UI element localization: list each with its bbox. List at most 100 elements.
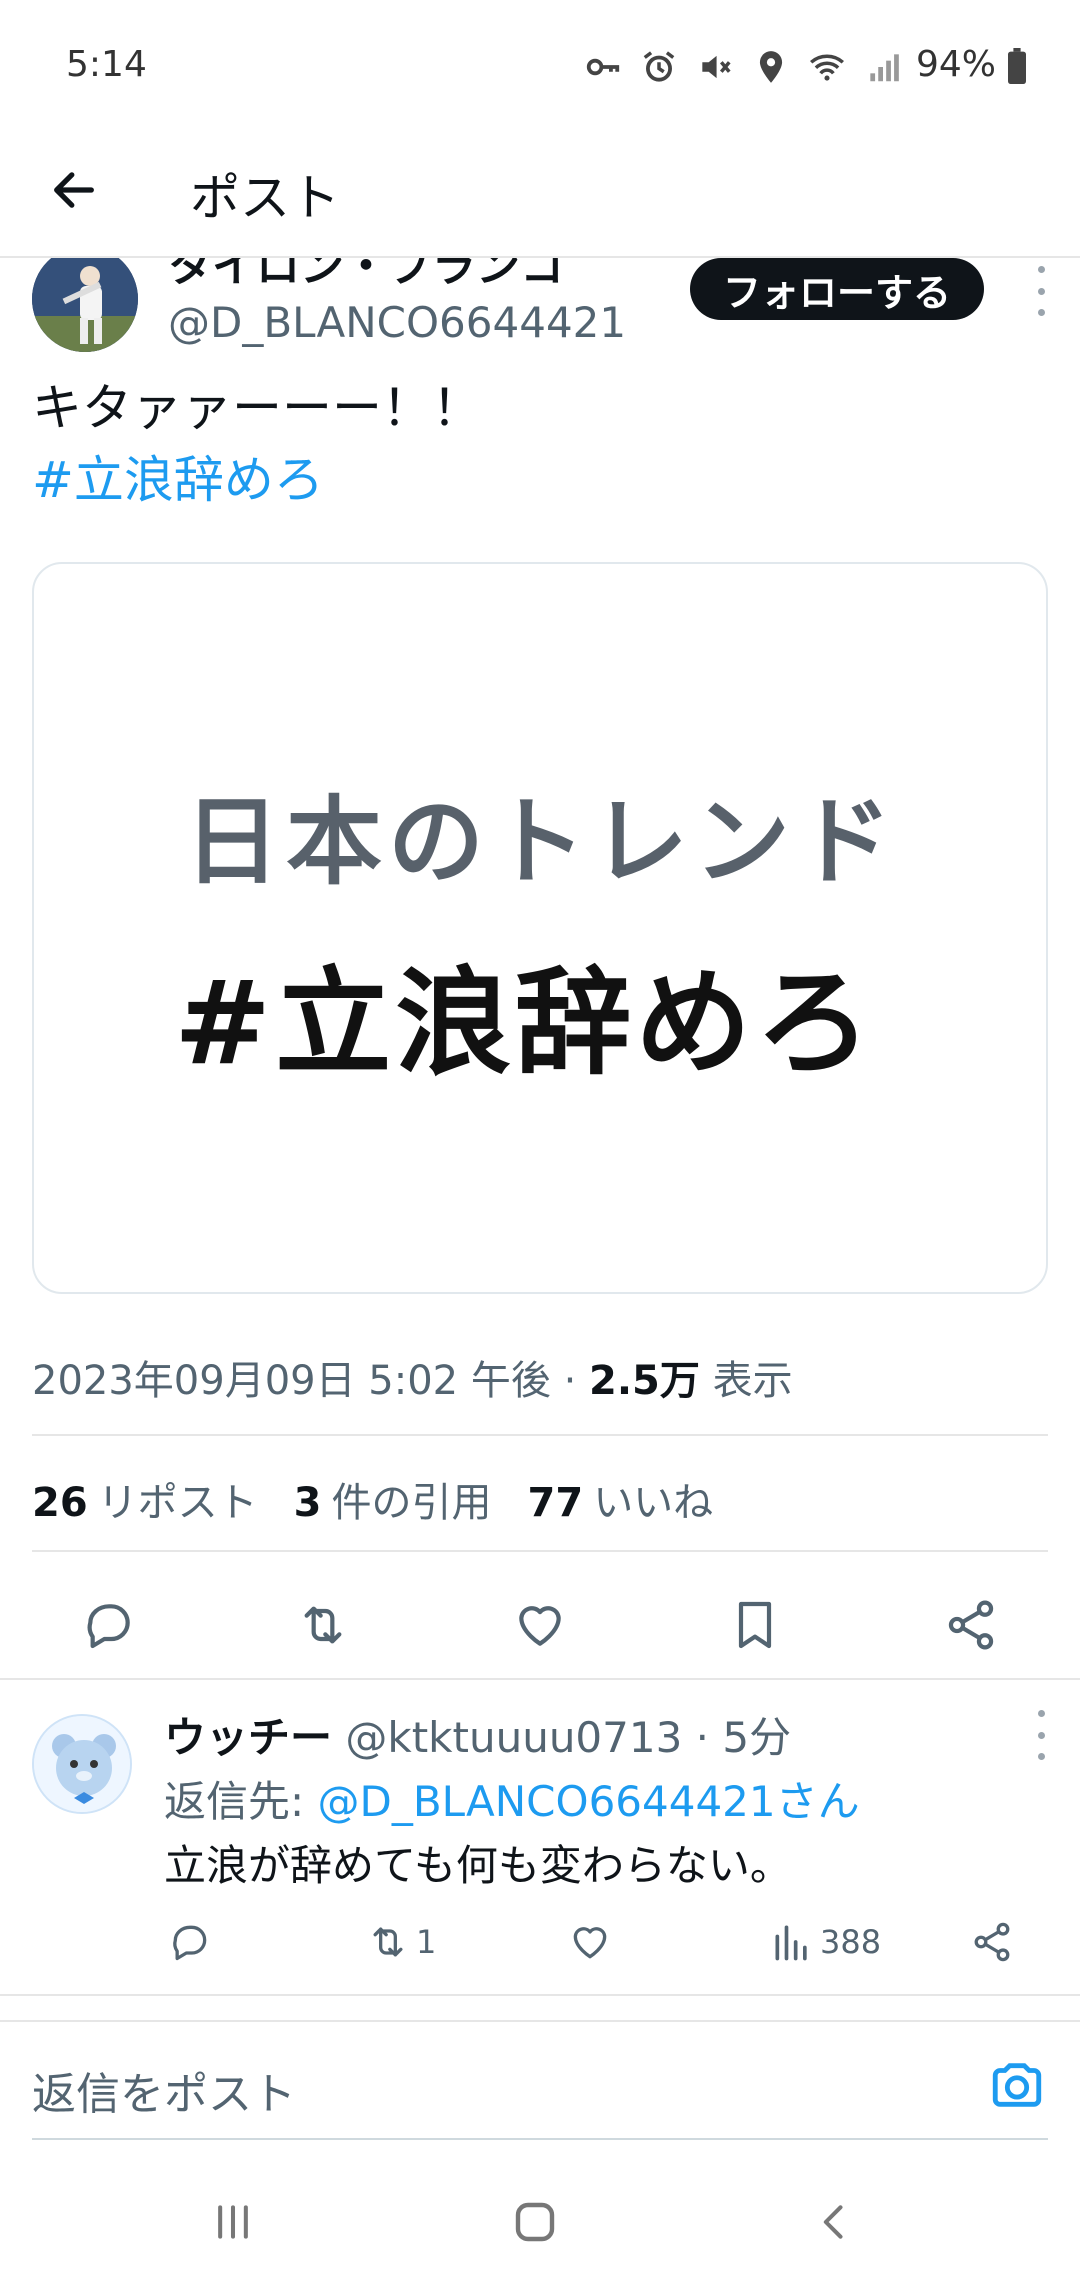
home-button[interactable]: [500, 2192, 570, 2252]
quotes-stat[interactable]: 3 件の引用: [294, 1470, 492, 1528]
reposts-count: 26: [32, 1480, 88, 1526]
camera-button[interactable]: [984, 2052, 1050, 2118]
post-action-bar: [0, 1580, 1080, 1680]
views-label: 表示: [712, 1358, 793, 1404]
top-app-bar: ポスト: [0, 130, 1080, 258]
reply-avatar[interactable]: [32, 1714, 132, 1814]
post-timestamp: 2023年09月09日 5:02 午後 · 2.5万 表示: [32, 1348, 793, 1406]
more-options-button[interactable]: [1026, 266, 1056, 316]
reply-item[interactable]: ウッチー @ktktuuuu0713 · 5分 返信先: @D_BLANCO66…: [0, 1680, 1080, 1990]
share-button[interactable]: [936, 1590, 1006, 1660]
reply-header: ウッチー @ktktuuuu0713 · 5分: [164, 1704, 791, 1765]
post-author-row: タイロン・ブランコ @D_BLANCO6644421 フォローする: [0, 258, 1080, 368]
reply-icon: [87, 1604, 130, 1649]
reply-reply-button[interactable]: [168, 1912, 212, 1972]
reply-input[interactable]: 返信をポスト: [32, 2058, 296, 2122]
timestamp-text: 2023年09月09日 5:02 午後: [32, 1358, 551, 1404]
likes-stat[interactable]: 77 いいね: [528, 1470, 714, 1528]
repost-icon: [373, 1927, 403, 1957]
more-dot-icon: [1037, 266, 1045, 273]
reply-composer: 返信をポスト: [0, 2020, 1080, 2140]
system-nav-bar: [0, 2160, 1080, 2280]
bookmark-icon: [738, 1601, 772, 1649]
divider: [32, 1434, 1048, 1436]
reply-views-count: 388: [820, 1923, 882, 1961]
analytics-icon: [775, 1925, 807, 1961]
reply-to-line: 返信先: @D_BLANCO6644421さん: [164, 1768, 860, 1829]
chevron-left-icon: [823, 2205, 843, 2239]
post-hashtag-link[interactable]: #立浪辞めろ: [32, 444, 482, 516]
timestamp-separator: ·: [563, 1358, 577, 1404]
post-text: キタァァーーー！！: [32, 379, 482, 437]
more-dot-icon: [1037, 309, 1045, 316]
share-icon: [974, 1922, 1010, 1962]
reply-more-button[interactable]: [1026, 1710, 1056, 1760]
reply-action-bar: 1 388: [0, 1912, 1080, 1982]
post-media-image[interactable]: 日本のトレンド #立浪辞めろ: [32, 562, 1048, 1294]
recent-apps-icon: [218, 2205, 248, 2239]
status-bar: 5:14 94%: [0, 0, 1080, 130]
reply-like-button[interactable]: [568, 1912, 612, 1972]
repost-button[interactable]: [288, 1590, 358, 1660]
location-icon: [759, 51, 783, 83]
vpn-key-icon: [586, 58, 620, 76]
reply-text: 立浪が辞めても何も変わらない。: [164, 1841, 792, 1890]
avatar-image: [34, 1716, 130, 1812]
quotes-count: 3: [293, 1480, 322, 1526]
media-text-line2: #立浪辞めろ: [174, 956, 876, 1091]
likes-count: 77: [527, 1480, 584, 1526]
reply-button[interactable]: [74, 1590, 144, 1660]
views-count: 2.5万: [589, 1358, 700, 1404]
media-text-line1: 日本のトレンド: [184, 786, 898, 898]
signal-icon: [870, 54, 899, 82]
divider: [0, 1994, 1080, 1996]
heart-icon: [573, 1927, 607, 1959]
recent-apps-button[interactable]: [198, 2192, 268, 2252]
home-icon: [515, 2202, 555, 2242]
reply-to-label: 返信先:: [164, 1777, 305, 1826]
reposts-stat[interactable]: 26 リポスト: [32, 1470, 258, 1528]
follow-button[interactable]: フォローする: [690, 258, 984, 320]
battery-icon: [1008, 48, 1026, 84]
more-dot-icon: [1037, 1731, 1045, 1739]
quotes-label: 件の引用: [331, 1480, 492, 1526]
reply-handle-time: @ktktuuuu0713 · 5分: [345, 1713, 792, 1762]
media-content: 日本のトレンド #立浪辞めろ: [144, 764, 944, 1094]
reply-icon: [173, 1925, 207, 1961]
author-avatar[interactable]: [32, 258, 138, 352]
battery-percent: 94%: [915, 44, 996, 85]
more-dot-icon: [1037, 1710, 1045, 1717]
page-title: ポスト: [190, 169, 340, 227]
divider: [32, 1550, 1048, 1552]
post-stats: 26 リポスト 3 件の引用 77 いいね: [32, 1470, 713, 1528]
reply-share-button[interactable]: [970, 1912, 1014, 1972]
avatar-image: [32, 258, 138, 352]
reply-views-button[interactable]: 388: [770, 1912, 881, 1972]
reply-to-mention[interactable]: @D_BLANCO6644421さん: [318, 1777, 860, 1826]
arrow-left-icon: [54, 172, 94, 208]
reposts-label: リポスト: [97, 1480, 258, 1526]
back-button[interactable]: [44, 160, 104, 220]
reply-repost-button[interactable]: 1: [366, 1912, 436, 1972]
status-time: 5:14: [66, 44, 147, 85]
input-underline: [32, 2138, 1048, 2140]
heart-icon: [519, 1606, 561, 1646]
author-handle[interactable]: @D_BLANCO6644421: [168, 298, 626, 347]
wifi-icon: [810, 54, 844, 81]
bookmark-button[interactable]: [720, 1590, 790, 1660]
reply-author-name[interactable]: ウッチー: [164, 1713, 332, 1762]
like-button[interactable]: [505, 1590, 575, 1660]
alarm-icon: [643, 51, 675, 82]
more-dot-icon: [1037, 287, 1045, 295]
share-icon: [948, 1600, 994, 1650]
likes-label: いいね: [593, 1480, 714, 1526]
mute-icon: [702, 55, 731, 79]
status-icons: [584, 48, 902, 86]
camera-icon: [992, 2063, 1042, 2107]
post-body: キタァァーーー！！ #立浪辞めろ: [32, 372, 482, 516]
more-dot-icon: [1037, 1753, 1045, 1760]
reply-repost-count: 1: [416, 1923, 437, 1961]
system-back-button[interactable]: [800, 2192, 870, 2252]
repost-icon: [304, 1606, 342, 1644]
author-name[interactable]: タイロン・ブランコ: [168, 258, 564, 294]
